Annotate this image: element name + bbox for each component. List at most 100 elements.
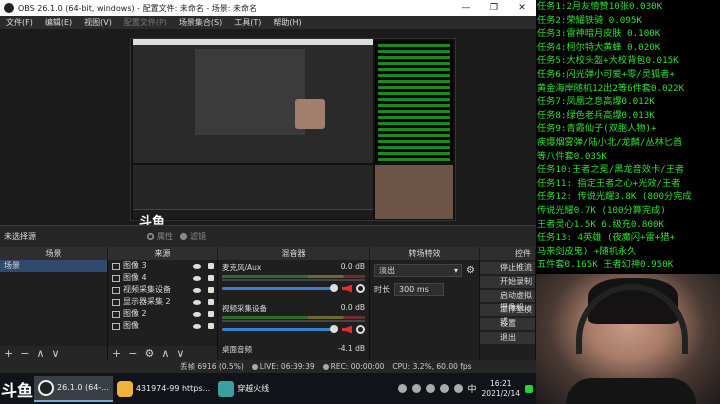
eye-icon[interactable] bbox=[193, 311, 201, 317]
chevron-up-icon[interactable]: ∧ bbox=[161, 347, 169, 360]
source-item[interactable]: 图像 bbox=[108, 320, 217, 332]
preview-canvas[interactable]: 斗鱼 bbox=[130, 38, 456, 230]
eye-icon[interactable] bbox=[193, 287, 201, 293]
obs-icon bbox=[38, 379, 54, 396]
menu-tools[interactable]: 工具(T) bbox=[228, 17, 267, 28]
gear-icon[interactable] bbox=[356, 284, 365, 293]
tray-icon[interactable] bbox=[411, 384, 421, 393]
gear-icon[interactable] bbox=[356, 325, 365, 334]
chevron-down-icon[interactable]: ∨ bbox=[176, 347, 184, 360]
menu-view[interactable]: 视图(V) bbox=[78, 17, 118, 28]
status-bar: 丢帧 6916 (0.5%) LIVE: 06:39:39 REC: 00:00… bbox=[0, 360, 536, 373]
source-item[interactable]: 视频采集设备 bbox=[108, 284, 217, 296]
duration-label: 时长 bbox=[374, 285, 390, 294]
lock-icon[interactable] bbox=[208, 263, 214, 269]
menu-edit[interactable]: 编辑(E) bbox=[39, 17, 78, 28]
rec-time: REC: 00:00:00 bbox=[330, 362, 385, 371]
gear-icon[interactable]: ⚙ bbox=[466, 265, 475, 276]
scenes-header: 场景 bbox=[0, 247, 108, 260]
source-item[interactable]: 图像 4 bbox=[108, 272, 217, 284]
mixer-channel: 桌面音频 -4.1 dB bbox=[218, 342, 369, 357]
image-icon bbox=[112, 310, 120, 318]
scene-item[interactable]: 场景 bbox=[0, 260, 107, 272]
dock-headers: 场景 来源 混音器 转场特效 控件 bbox=[0, 247, 536, 260]
studio-mode-button[interactable]: 工作室模式 bbox=[480, 304, 535, 326]
speaker-muted-icon[interactable] bbox=[342, 325, 352, 334]
chevron-down-icon[interactable]: ∨ bbox=[52, 347, 60, 360]
menu-scene-collection[interactable]: 场景集合(S) bbox=[173, 17, 228, 28]
add-icon[interactable]: + bbox=[4, 347, 13, 360]
close-button[interactable]: ✕ bbox=[508, 3, 536, 13]
eye-icon[interactable] bbox=[193, 275, 201, 281]
eye-icon[interactable] bbox=[193, 263, 201, 269]
task-line: 任务11: 指定王者之心+光效/王者 bbox=[537, 177, 681, 189]
task-line: 任务3:雷神暗月皮肤 0.100K bbox=[537, 28, 661, 40]
webcam-feed bbox=[536, 274, 720, 404]
preview-nested-taskbar bbox=[133, 209, 373, 219]
menu-file[interactable]: 文件(F) bbox=[0, 17, 39, 28]
task-list-overlay: 任务1:2月友情赞10张0.030K 任务2:荣耀铁骑 0.095K 任务3:雷… bbox=[536, 0, 720, 274]
lock-icon[interactable] bbox=[208, 299, 214, 305]
task-line: 任务10:王者之冕/黑龙音效卡/王者 bbox=[537, 164, 685, 176]
preview-area: 斗鱼 bbox=[0, 29, 536, 230]
tray-icon[interactable] bbox=[425, 384, 435, 393]
duration-input[interactable]: 300 ms bbox=[394, 283, 444, 296]
remove-icon[interactable]: − bbox=[128, 347, 137, 360]
image-icon bbox=[112, 274, 120, 282]
preview-nested-titlebar bbox=[133, 39, 373, 45]
remove-icon[interactable]: − bbox=[20, 347, 29, 360]
stop-streaming-button[interactable]: 停止推流 bbox=[480, 262, 535, 274]
volume-icon[interactable] bbox=[453, 384, 463, 393]
mixer-channel: 视频采集设备 0.0 dB bbox=[218, 301, 369, 336]
mixer-dock: 麦克风/Aux 0.0 dB 视频采集设备 0.0 dB 桌面音频 -4.1 dB bbox=[218, 260, 370, 360]
controls-dock: 停止推流 开始录制 启动虚拟摄像机 工作室模式 设置 退出 bbox=[480, 260, 536, 360]
tray-icon[interactable] bbox=[397, 384, 407, 393]
task-line: 等八件套0.035K bbox=[537, 150, 607, 162]
speaker-muted-icon[interactable] bbox=[342, 284, 352, 293]
volume-slider[interactable] bbox=[222, 284, 338, 292]
chevron-up-icon[interactable]: ∧ bbox=[36, 347, 44, 360]
source-item[interactable]: 图像 3 bbox=[108, 260, 217, 272]
clock-date: 2021/2/14 bbox=[481, 388, 520, 398]
gear-icon[interactable]: ⚙ bbox=[144, 347, 154, 360]
minimize-button[interactable]: — bbox=[452, 3, 480, 13]
add-icon[interactable]: + bbox=[112, 347, 121, 360]
taskbar-item-browser[interactable]: 431974-99 https... bbox=[113, 376, 214, 402]
task-line: 任务4:柯尔特大黄蜂 0.020K bbox=[537, 41, 661, 53]
task-line: 王者灵心1.5K 6.级充0.800K bbox=[537, 218, 665, 230]
taskbar-item-obs[interactable]: 26.1.0 (64-... bbox=[34, 375, 113, 402]
ime-indicator[interactable]: 中 bbox=[468, 382, 477, 395]
channel-db: 0.0 dB bbox=[340, 303, 365, 312]
start-virtual-camera-button[interactable]: 启动虚拟摄像机 bbox=[480, 290, 535, 312]
transition-select[interactable]: 淡出 ▾ bbox=[374, 264, 463, 277]
sources-dock: 图像 3 图像 4 视频采集设备 显示器采集 2 图像 2 图像 + − ⚙ ∧… bbox=[108, 260, 218, 360]
lock-icon[interactable] bbox=[208, 311, 214, 317]
scenes-dock: 场景 + − ∧ ∨ bbox=[0, 260, 108, 360]
clock[interactable]: 16:21 2021/2/14 bbox=[482, 379, 520, 399]
notification-icon[interactable] bbox=[525, 384, 533, 393]
controls-header: 控件 bbox=[480, 247, 536, 260]
task-line: 任务12: 传说光耀3.8K (800分完成 bbox=[537, 191, 692, 203]
lock-icon[interactable] bbox=[208, 323, 214, 329]
lock-icon[interactable] bbox=[208, 275, 214, 281]
maximize-button[interactable]: ❐ bbox=[480, 3, 508, 13]
filters-button[interactable]: 滤镜 bbox=[179, 231, 206, 242]
settings-button[interactable]: 设置 bbox=[480, 318, 535, 330]
source-item[interactable]: 显示器采集 2 bbox=[108, 296, 217, 308]
task-line: 任务6:闪光弹小可爱+零/灵狐者+ bbox=[537, 68, 675, 80]
channel-name: 视频采集设备 bbox=[222, 304, 267, 313]
menu-help[interactable]: 帮助(H) bbox=[267, 17, 307, 28]
network-icon[interactable] bbox=[439, 384, 449, 393]
eye-icon[interactable] bbox=[193, 323, 201, 329]
eye-icon[interactable] bbox=[193, 299, 201, 305]
menu-profile[interactable]: 配置文件(P) bbox=[118, 17, 173, 28]
lock-icon[interactable] bbox=[208, 287, 214, 293]
exit-button[interactable]: 退出 bbox=[480, 332, 535, 344]
preview-nested-screen bbox=[195, 49, 305, 135]
properties-button[interactable]: 属性 bbox=[146, 231, 173, 242]
preview-nested-webcam bbox=[295, 99, 325, 129]
volume-slider[interactable] bbox=[222, 325, 338, 333]
source-item[interactable]: 图像 2 bbox=[108, 308, 217, 320]
taskbar-item-game[interactable]: 穿越火线 bbox=[214, 376, 273, 402]
start-recording-button[interactable]: 开始录制 bbox=[480, 276, 535, 288]
